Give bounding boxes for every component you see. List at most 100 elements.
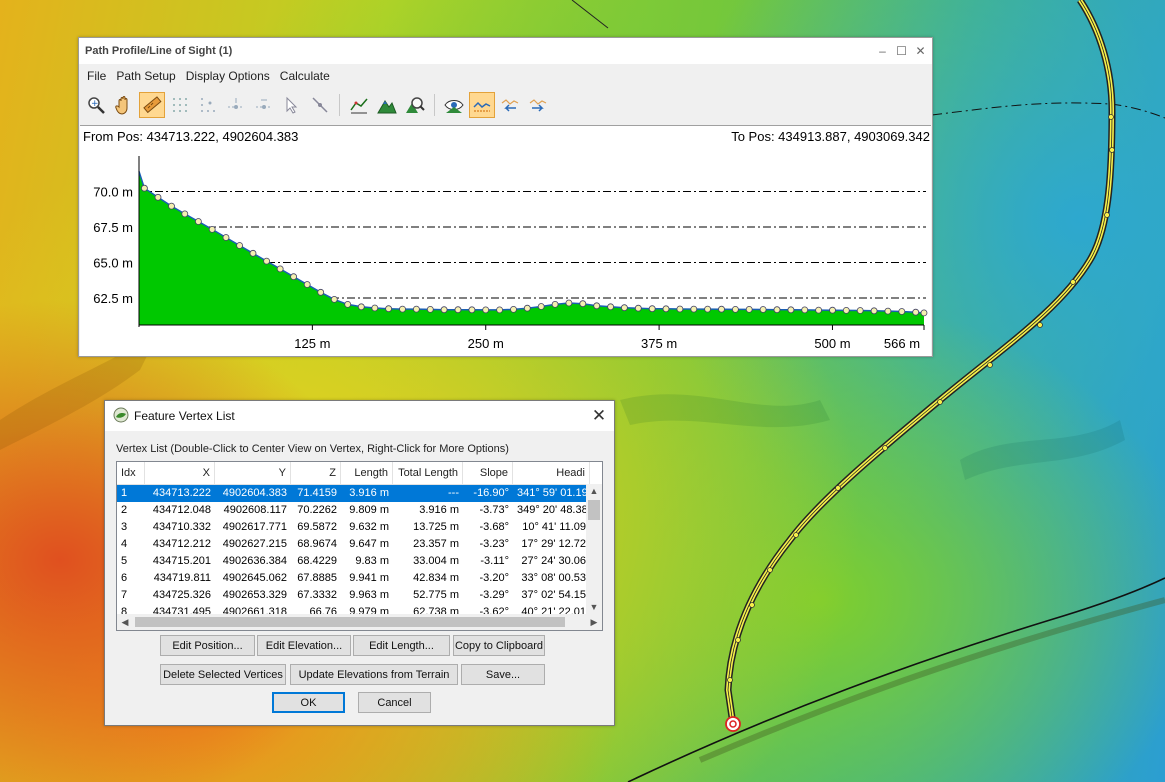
select-pointer-icon[interactable]	[279, 92, 305, 118]
terrain-profile-area	[139, 171, 924, 325]
column-header-length[interactable]: Length	[341, 462, 393, 484]
update-elevations-button[interactable]: Update Elevations from Terrain	[290, 664, 458, 685]
table-cell: 4902627.215	[222, 538, 287, 550]
table-cell: 9.941 m	[349, 572, 389, 584]
vertex-list[interactable]: Idx X Y Z Length Total Length Slope Head…	[116, 461, 603, 631]
table-cell: 69.5872	[297, 521, 337, 533]
x-tick-label: 250 m	[468, 336, 504, 351]
horizontal-scrollbar[interactable]: ◀ ▶	[117, 614, 602, 630]
scroll-left-icon[interactable]: ◀	[117, 614, 133, 630]
table-row[interactable]: 6 434719.811 4902645.062 67.8885 9.941 m 42.8…	[117, 570, 602, 587]
cancel-button[interactable]: Cancel	[358, 692, 431, 713]
shift-left-icon[interactable]	[497, 92, 523, 118]
column-header-slope[interactable]: Slope	[463, 462, 513, 484]
delete-selected-vertices-button[interactable]: Delete Selected Vertices	[160, 664, 286, 685]
table-row[interactable]: 3 434710.332 4902617.771 69.5872 9.632 m 13.7…	[117, 519, 602, 536]
menu-path-setup[interactable]: Path Setup	[111, 69, 180, 83]
menu-calculate[interactable]: Calculate	[275, 69, 335, 83]
shift-right-icon[interactable]	[525, 92, 551, 118]
table-row[interactable]: 2 434712.048 4902608.117 70.2262 9.809 m 3.91…	[117, 502, 602, 519]
vertex-delete-icon[interactable]	[251, 92, 277, 118]
table-cell: 2	[121, 504, 128, 516]
vertex-insert-icon[interactable]	[223, 92, 249, 118]
profile-vertex-point	[551, 300, 559, 308]
terrain-mountain-icon[interactable]	[374, 92, 400, 118]
table-cell: 3	[121, 521, 128, 533]
table-cell: 434719.811	[153, 572, 211, 584]
profile-titlebar[interactable]: Path Profile/Line of Sight (1) – ☐ ✕	[79, 38, 932, 64]
table-cell: 9.809 m	[349, 504, 389, 516]
zoom-terrain-icon[interactable]	[402, 92, 428, 118]
scrollbar-thumb[interactable]	[135, 617, 565, 627]
column-header-x[interactable]: X	[145, 462, 215, 484]
column-header-heading[interactable]: Headi	[513, 462, 590, 484]
profile-chart-icon[interactable]	[346, 92, 372, 118]
copy-to-clipboard-button[interactable]: Copy to Clipboard	[453, 635, 545, 656]
y-tick-label: 67.5 m	[93, 220, 133, 235]
line-of-sight-eye-icon[interactable]	[441, 92, 467, 118]
profile-vertex-point	[676, 305, 684, 313]
vertex-dialog-titlebar[interactable]: Feature Vertex List ✕	[105, 401, 614, 431]
scrollbar-thumb[interactable]	[588, 500, 600, 520]
edit-elevation-button[interactable]: Edit Elevation...	[257, 635, 351, 656]
profile-line-icon[interactable]	[469, 92, 495, 118]
line-edit-icon[interactable]	[307, 92, 333, 118]
profile-vertex-point	[195, 218, 202, 225]
table-cell: 70.2262	[297, 504, 337, 516]
profile-vertex-point	[399, 305, 406, 313]
pan-hand-icon[interactable]	[111, 92, 137, 118]
start-point-marker-icon[interactable]	[725, 716, 741, 732]
profile-vertex-point	[276, 265, 284, 273]
table-row[interactable]: 7 434725.326 4902653.329 67.3332 9.963 m 52.7…	[117, 587, 602, 604]
to-position-label: To Pos: 434913.887, 4903069.342	[731, 129, 930, 144]
x-tick-label: 500 m	[814, 336, 850, 351]
toolbar-separator	[434, 94, 435, 116]
table-cell: 52.775 m	[413, 589, 459, 601]
scroll-right-icon[interactable]: ▶	[586, 614, 602, 630]
table-cell: 9.83 m	[355, 555, 389, 567]
profile-vertex-point	[303, 281, 311, 288]
profile-vertex-point	[593, 302, 601, 310]
table-row[interactable]: 4 434712.212 4902627.215 68.9674 9.647 m 23.3…	[117, 536, 602, 553]
edit-position-button[interactable]: Edit Position...	[160, 635, 255, 656]
table-cell: 434712.048	[152, 504, 211, 516]
close-button[interactable]: ✕	[584, 401, 614, 431]
scroll-up-icon[interactable]: ▲	[586, 484, 602, 498]
profile-vertex-point	[745, 305, 753, 313]
grid-dots-icon[interactable]	[167, 92, 193, 118]
scroll-down-icon[interactable]: ▼	[586, 600, 602, 614]
menu-display-options[interactable]: Display Options	[181, 69, 275, 83]
column-header-y[interactable]: Y	[215, 462, 291, 484]
measure-ruler-icon[interactable]	[139, 92, 165, 118]
table-cell: 349° 20' 48.38	[517, 504, 588, 516]
grid-dots-alt-icon[interactable]	[195, 92, 221, 118]
profile-chart-area[interactable]: 70.0 m 67.5 m 65.0 m 62.5 m 125 m 250 m 375 m 5…	[80, 125, 931, 356]
profile-vertex-point	[208, 226, 216, 233]
save-button[interactable]: Save...	[461, 664, 545, 685]
column-header-z[interactable]: Z	[291, 462, 341, 484]
profile-chart[interactable]: 70.0 m 67.5 m 65.0 m 62.5 m 125 m 250 m 375 m 5…	[80, 126, 931, 356]
zoom-icon[interactable]: +	[83, 92, 109, 118]
table-cell: 67.8885	[297, 572, 337, 584]
column-header-total-length[interactable]: Total Length	[393, 462, 463, 484]
ok-button[interactable]: OK	[272, 692, 345, 713]
table-cell: 4902617.771	[222, 521, 287, 533]
table-row[interactable]: 5 434715.201 4902636.384 68.4229 9.83 m 33.00…	[117, 553, 602, 570]
profile-vertex-point	[537, 303, 545, 310]
table-cell: 68.9674	[297, 538, 337, 550]
profile-vertex-point	[168, 202, 175, 210]
menu-file[interactable]: File	[82, 69, 111, 83]
feature-vertex-list-dialog: Feature Vertex List ✕ Vertex List (Doubl…	[104, 400, 615, 726]
close-button[interactable]: ✕	[911, 41, 930, 61]
vertical-scrollbar[interactable]: ▲ ▼	[586, 484, 602, 614]
table-cell: 4902653.329	[222, 589, 287, 601]
column-header-idx[interactable]: Idx	[117, 462, 145, 484]
profile-vertex-point	[690, 305, 698, 313]
maximize-button[interactable]: ☐	[892, 41, 911, 61]
profile-vertex-point	[222, 234, 230, 241]
edit-length-button[interactable]: Edit Length...	[353, 635, 450, 656]
table-row[interactable]: 1 434713.222 4902604.383 71.4159 3.916 m --- -…	[117, 485, 602, 502]
minimize-button[interactable]: –	[873, 41, 892, 61]
table-cell: 3.916 m	[349, 487, 389, 499]
profile-vertex-point	[317, 288, 325, 296]
